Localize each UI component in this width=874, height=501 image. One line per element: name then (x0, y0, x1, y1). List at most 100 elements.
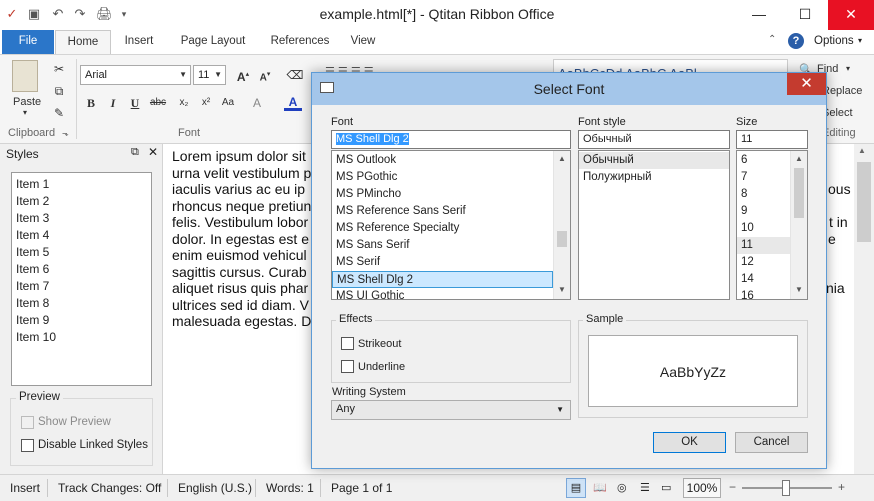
paste-button[interactable]: Paste (13, 96, 41, 108)
shrink-font-icon[interactable]: A▾ (256, 66, 274, 84)
outline-icon[interactable]: ☰ (640, 481, 650, 494)
help-icon[interactable]: ? (788, 33, 804, 49)
font-list-item[interactable]: MS Outlook (332, 152, 570, 169)
grow-font-icon[interactable]: A▴ (234, 66, 252, 84)
size-list-scrollbar[interactable]: ▲ ▼ (790, 151, 807, 299)
italic-icon[interactable]: I (104, 94, 122, 112)
document-text-line: enim euismod vehicul (172, 247, 307, 263)
show-preview-checkbox[interactable] (21, 416, 34, 429)
close-pane-icon[interactable]: ✕ (148, 145, 158, 159)
paste-dropdown-icon[interactable]: ▾ (23, 108, 27, 117)
zoom-out-icon[interactable]: − (729, 480, 736, 494)
font-list-item[interactable]: MS PMincho (332, 186, 570, 203)
document-text-line: sagittis cursus. Curab (172, 263, 307, 280)
font-list-item[interactable]: MS Serif (332, 254, 570, 271)
zoom-slider-handle[interactable] (782, 480, 790, 496)
font-style-list[interactable]: Обычный Полужирный (578, 150, 730, 300)
track-changes-status[interactable]: Track Changes: Off (58, 481, 161, 495)
tab-file[interactable]: File (2, 30, 54, 54)
font-style-item[interactable]: Полужирный (579, 169, 729, 186)
collapse-ribbon-icon[interactable]: ⌃ (768, 34, 776, 45)
dialog-close-button[interactable]: ✕ (787, 73, 826, 95)
font-list-item-selected[interactable]: MS Shell Dlg 2 (332, 271, 553, 288)
font-name-input[interactable]: MS Shell Dlg 2 (331, 130, 571, 149)
copy-icon[interactable]: ⧉ (50, 82, 68, 100)
minimize-button[interactable]: — (736, 0, 782, 30)
font-list-item[interactable]: MS Sans Serif (332, 237, 570, 254)
list-item[interactable]: Item 5 (16, 244, 147, 261)
font-list[interactable]: MS Outlook MS PGothic MS PMincho MS Refe… (331, 150, 571, 300)
underline-icon[interactable]: U (126, 94, 144, 112)
change-case-icon[interactable]: Aa (219, 94, 237, 112)
document-scrollbar[interactable]: ▲ (854, 144, 874, 474)
list-item[interactable]: Item 3 (16, 210, 147, 227)
styles-list[interactable]: Item 1 Item 2 Item 3 Item 4 Item 5 Item … (11, 172, 152, 386)
cancel-button[interactable]: Cancel (735, 432, 808, 453)
scrollbar-thumb[interactable] (557, 231, 567, 247)
close-button[interactable]: ✕ (828, 0, 874, 30)
scroll-down-icon[interactable]: ▼ (554, 282, 570, 298)
font-list-item[interactable]: MS PGothic (332, 169, 570, 186)
insert-mode-status[interactable]: Insert (10, 481, 40, 495)
scroll-up-icon[interactable]: ▲ (554, 151, 570, 167)
format-painter-icon[interactable]: ✎ (50, 104, 68, 122)
list-item[interactable]: Item 4 (16, 227, 147, 244)
language-status[interactable]: English (U.S.) (178, 481, 252, 495)
tab-insert[interactable]: Insert (118, 30, 160, 54)
cut-icon[interactable]: ✂ (50, 60, 68, 78)
font-style-input[interactable]: Обычный (578, 130, 730, 149)
web-layout-icon[interactable]: ◎ (617, 481, 627, 494)
font-style-item-selected[interactable]: Обычный (579, 152, 729, 169)
print-layout-icon[interactable]: ▤ (566, 478, 586, 498)
scroll-up-icon[interactable]: ▲ (858, 146, 866, 155)
font-color-icon[interactable]: A (284, 93, 302, 111)
find-dropdown-icon[interactable]: ▾ (846, 64, 850, 73)
paste-icon[interactable] (12, 60, 38, 92)
scroll-down-icon[interactable]: ▼ (791, 282, 807, 298)
disable-linked-styles-checkbox[interactable] (21, 439, 34, 452)
strikeout-checkbox[interactable] (341, 337, 354, 350)
options-dropdown-icon[interactable]: ▾ (858, 36, 862, 45)
font-name-combo[interactable]: Arial ▼ (80, 65, 191, 85)
bold-icon[interactable]: B (82, 94, 100, 112)
clipboard-launcher-icon[interactable]: ⬎ (62, 129, 69, 138)
size-list[interactable]: 6 7 8 9 10 11 12 14 16 ▲ ▼ (736, 150, 808, 300)
list-item[interactable]: Item 1 (16, 176, 147, 193)
read-mode-icon[interactable]: 📖 (593, 481, 607, 494)
underline-checkbox[interactable] (341, 360, 354, 373)
scrollbar-thumb[interactable] (794, 168, 804, 218)
scrollbar-thumb[interactable] (857, 162, 871, 242)
superscript-icon[interactable]: x² (197, 94, 215, 112)
draft-icon[interactable]: ▭ (661, 481, 671, 494)
zoom-level[interactable]: 100% (683, 478, 721, 498)
clear-formatting-icon[interactable]: ⌫ (286, 66, 304, 84)
font-list-item[interactable]: MS Reference Specialty (332, 220, 570, 237)
tab-view[interactable]: View (346, 30, 380, 54)
subscript-icon[interactable]: x₂ (175, 94, 193, 112)
text-effects-icon[interactable]: A (248, 94, 266, 112)
scroll-up-icon[interactable]: ▲ (791, 151, 807, 167)
list-item[interactable]: Item 6 (16, 261, 147, 278)
font-list-scrollbar[interactable]: ▲ ▼ (553, 151, 570, 299)
list-item[interactable]: Item 7 (16, 278, 147, 295)
font-list-item[interactable]: MS UI Gothic (332, 288, 570, 299)
maximize-button[interactable]: ☐ (782, 0, 828, 30)
size-list-item-selected[interactable]: 11 (737, 237, 790, 254)
float-pane-icon[interactable]: ⧉ (131, 146, 139, 159)
tab-references[interactable]: References (265, 30, 335, 54)
replace-button[interactable]: Replace (822, 85, 862, 97)
list-item[interactable]: Item 9 (16, 312, 147, 329)
tab-page-layout[interactable]: Page Layout (176, 30, 250, 54)
list-item[interactable]: Item 8 (16, 295, 147, 312)
strikethrough-icon[interactable]: abc (147, 94, 169, 112)
list-item[interactable]: Item 10 (16, 329, 147, 346)
tab-home[interactable]: Home (55, 30, 111, 54)
size-input[interactable]: 11 (736, 130, 808, 149)
ok-button[interactable]: OK (653, 432, 726, 453)
list-item[interactable]: Item 2 (16, 193, 147, 210)
options-menu[interactable]: Options (814, 35, 854, 47)
writing-system-select[interactable]: Any ▼ (331, 400, 571, 420)
font-size-combo[interactable]: 11 ▼ (193, 65, 226, 85)
zoom-in-icon[interactable]: + (838, 480, 845, 494)
font-list-item[interactable]: MS Reference Sans Serif (332, 203, 570, 220)
